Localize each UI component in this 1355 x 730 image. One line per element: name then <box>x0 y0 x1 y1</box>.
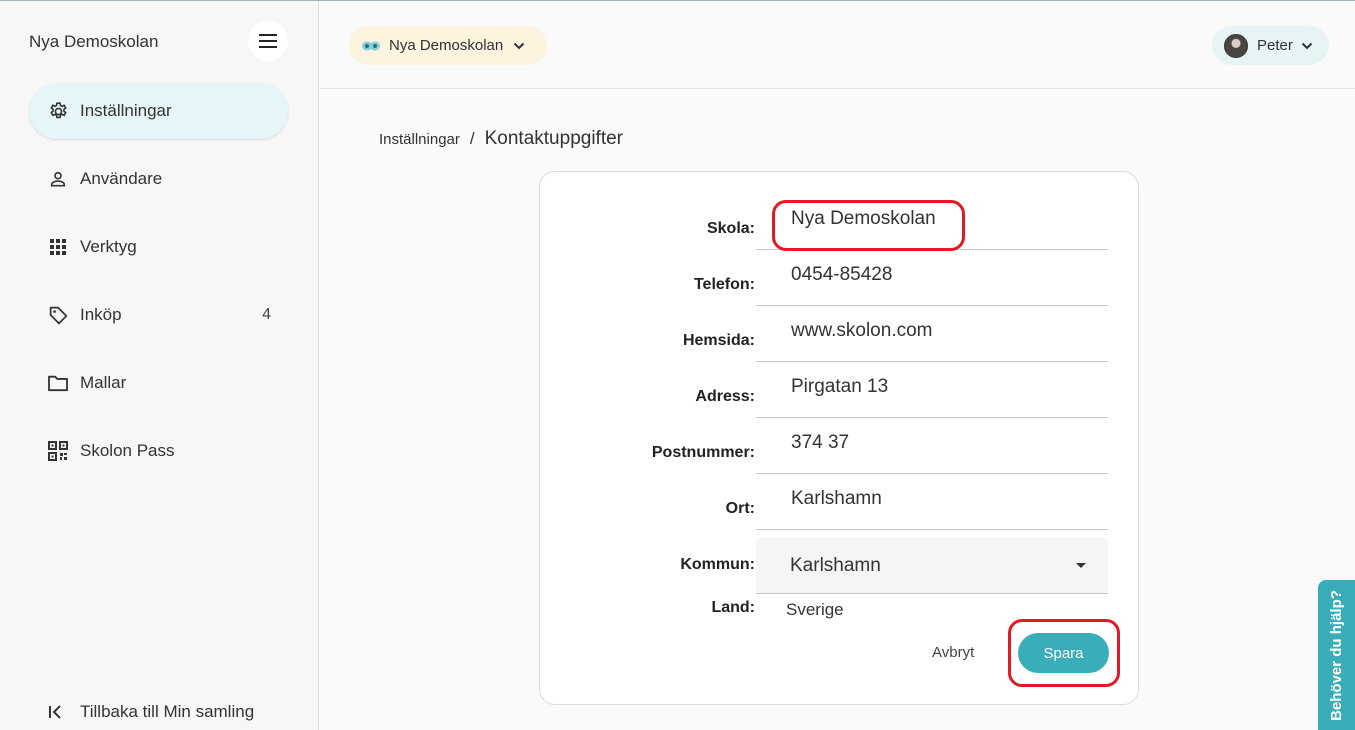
cancel-button[interactable]: Avbryt <box>932 644 974 661</box>
skola-label: Skola: <box>706 220 755 237</box>
back-arrow-icon <box>48 701 68 723</box>
land-label: Land: <box>711 599 755 616</box>
sidebar-item-skolon-pass[interactable]: Skolon Pass <box>29 423 288 479</box>
hemsida-label: Hemsida: <box>682 332 755 349</box>
avatar <box>1224 33 1248 58</box>
tag-icon <box>47 304 69 326</box>
hemsida-input[interactable] <box>756 311 1108 362</box>
save-button[interactable]: Spara <box>1018 633 1109 673</box>
page-title: Kontaktuppgifter <box>484 128 623 149</box>
breadcrumb-separator: / <box>469 129 475 148</box>
sidebar-item-label: Inställningar <box>80 101 172 120</box>
breadcrumb-parent-link[interactable]: Inställningar <box>379 131 460 148</box>
ort-label: Ort: <box>725 500 755 517</box>
sidebar-item-label: Användare <box>80 169 163 188</box>
sidebar-school-name: Nya Demoskolan <box>29 32 159 51</box>
gear-icon <box>47 100 69 122</box>
ort-input[interactable] <box>756 479 1108 530</box>
kommun-selected-value: Karlshamn <box>790 554 881 576</box>
back-to-collection-link[interactable]: Tillbaka till Min samling <box>48 701 254 723</box>
sidebar-item-verktyg[interactable]: Verktyg <box>29 219 288 275</box>
adress-label: Adress: <box>695 388 755 405</box>
postnummer-input[interactable] <box>756 423 1108 474</box>
sidebar-item-installningar[interactable]: Inställningar <box>29 83 288 139</box>
sidebar-item-label: Skolon Pass <box>80 441 175 460</box>
user-menu[interactable]: Peter <box>1212 26 1329 65</box>
purchase-count-badge: 4 <box>262 306 271 323</box>
folder-icon <box>47 372 69 394</box>
adress-input[interactable] <box>756 367 1108 418</box>
sidebar: Nya Demoskolan Inställningar Användare V… <box>0 1 319 730</box>
sidebar-item-anvandare[interactable]: Användare <box>29 151 288 207</box>
kommun-label: Kommun: <box>680 556 755 573</box>
user-name: Peter <box>1257 37 1293 54</box>
sidebar-item-label: Mallar <box>80 373 127 392</box>
sidebar-item-inkop[interactable]: Inköp 4 <box>29 287 288 343</box>
person-icon <box>47 168 69 190</box>
telefon-input[interactable] <box>756 255 1108 306</box>
sidebar-item-label: Inköp <box>80 305 122 324</box>
school-selector-label: Nya Demoskolan <box>389 37 504 54</box>
qr-code-icon <box>47 440 69 462</box>
skola-input[interactable] <box>756 199 1108 250</box>
back-link-label: Tillbaka till Min samling <box>80 702 255 721</box>
sidebar-item-mallar[interactable]: Mallar <box>29 355 288 411</box>
sidebar-item-label: Verktyg <box>80 237 137 256</box>
menu-toggle-button[interactable] <box>248 21 288 61</box>
chevron-down-icon <box>1301 42 1313 50</box>
telefon-label: Telefon: <box>693 276 755 293</box>
land-value: Sverige <box>786 600 844 619</box>
postnummer-label: Postnummer: <box>651 444 755 461</box>
help-tab-label: Behöver du hjälp? <box>1328 589 1346 721</box>
contact-form-card: Skola: Telefon: Hemsida: Adress: Postnum… <box>539 171 1139 705</box>
hamburger-icon <box>259 34 277 48</box>
top-header: Nya Demoskolan Peter <box>320 1 1355 89</box>
dropdown-arrow-icon <box>1076 563 1086 568</box>
school-selector[interactable]: Nya Demoskolan <box>349 26 547 65</box>
help-tab[interactable]: Behöver du hjälp? <box>1318 580 1355 730</box>
skolon-logo-icon <box>362 41 380 50</box>
chevron-down-icon <box>513 42 525 50</box>
breadcrumb: Inställningar / Kontaktuppgifter <box>379 128 623 150</box>
kommun-select[interactable]: Karlshamn <box>756 538 1108 594</box>
grid-icon <box>47 236 69 258</box>
